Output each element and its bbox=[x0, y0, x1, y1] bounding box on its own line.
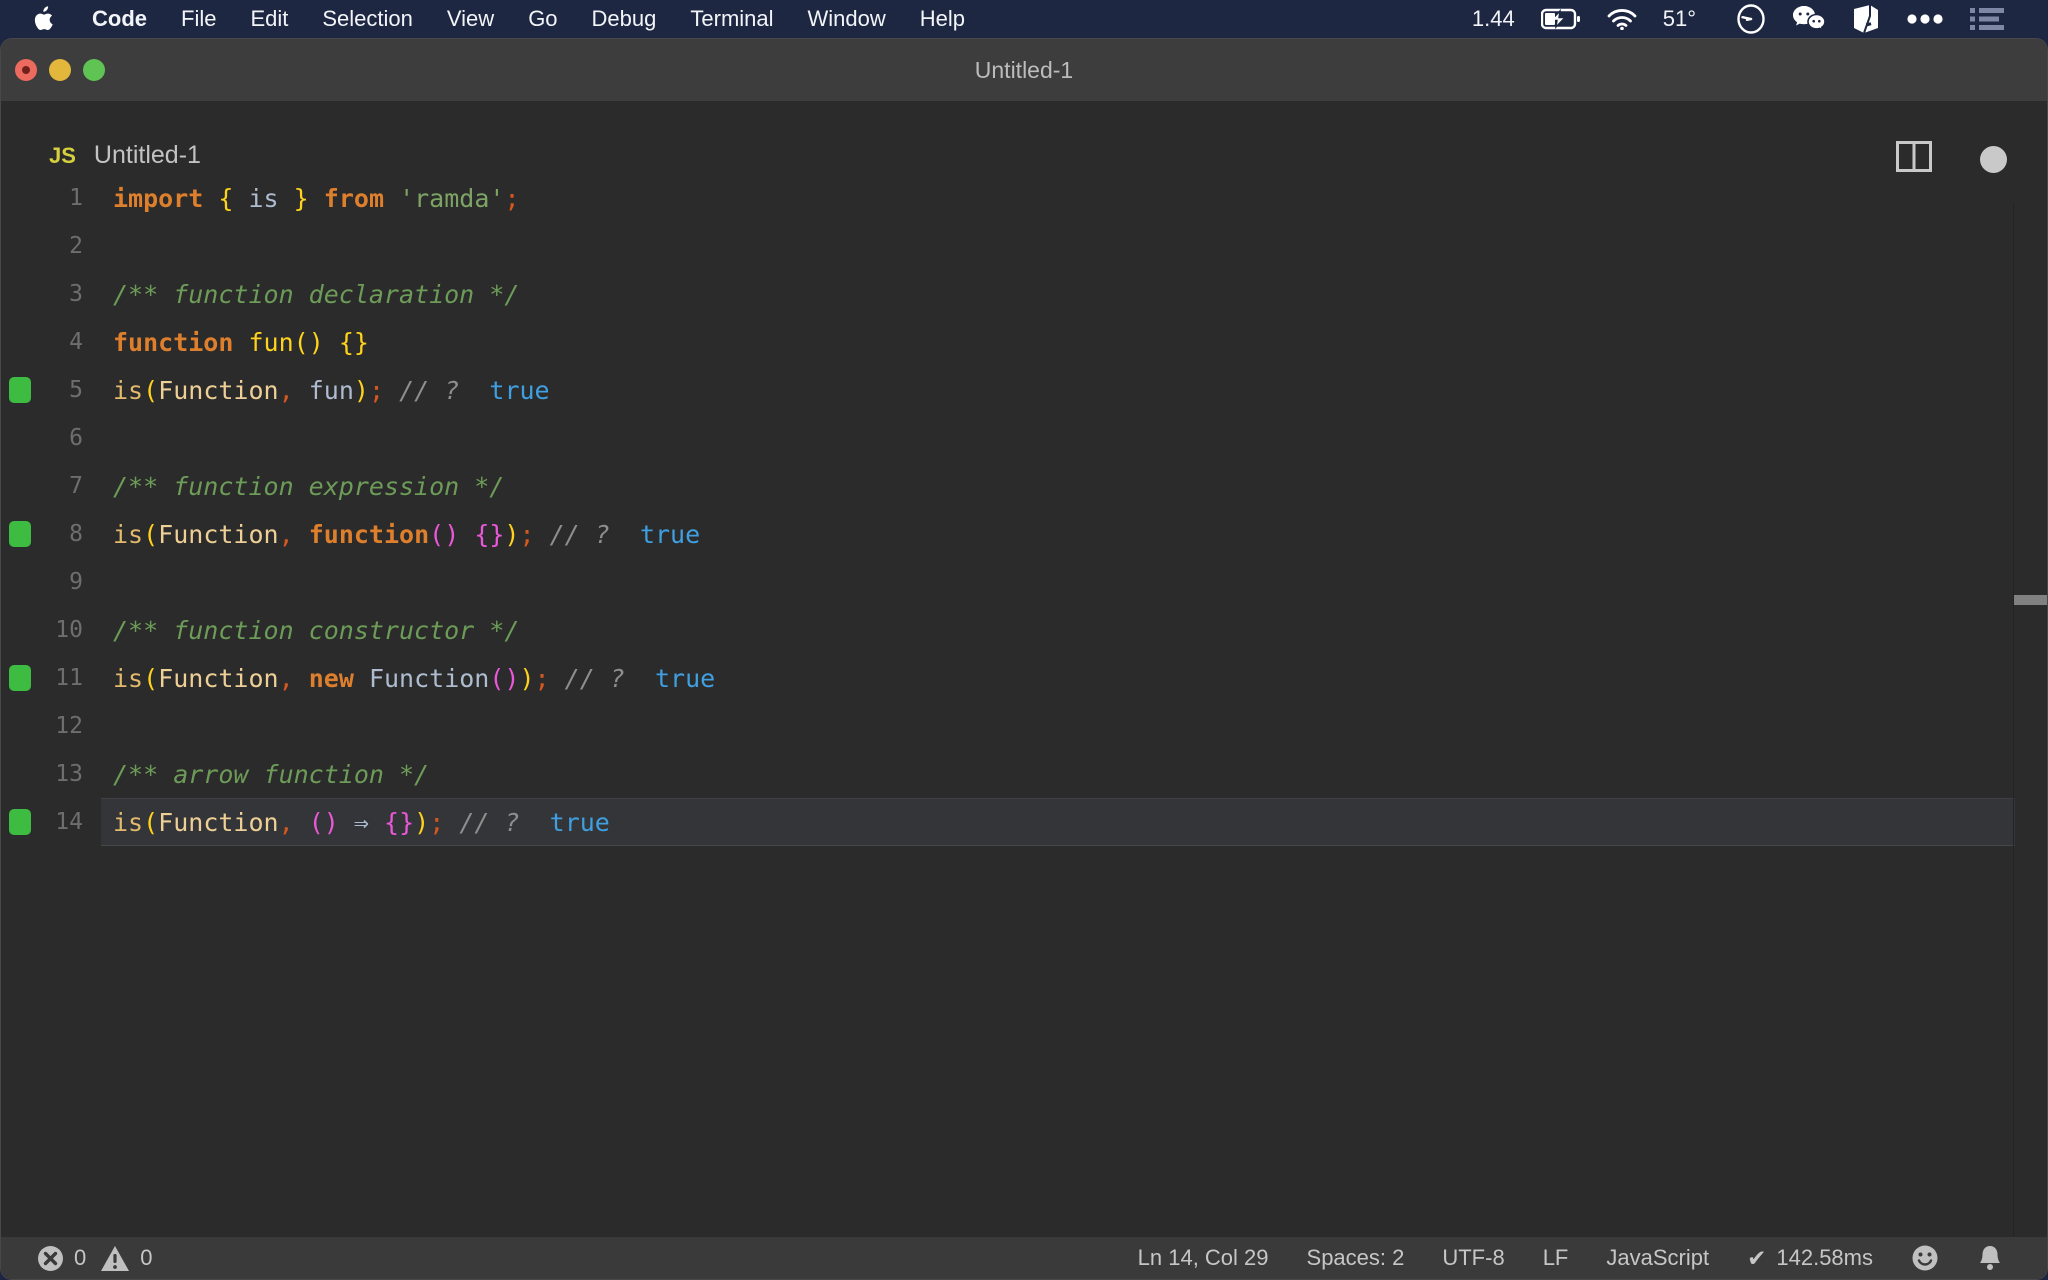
line-number[interactable]: 3 bbox=[1, 281, 83, 307]
window-titlebar[interactable]: Untitled-1 bbox=[1, 39, 2047, 101]
code-line-9[interactable]: 9 bbox=[1, 558, 2015, 606]
code-text: is(Function, new Function()); // ? true bbox=[113, 663, 716, 693]
notes-app-icon[interactable] bbox=[1852, 4, 1880, 34]
error-icon bbox=[38, 1245, 63, 1271]
overview-ruler-mark bbox=[2014, 595, 2047, 605]
zoom-button[interactable] bbox=[83, 59, 105, 81]
code-text: /** function expression */ bbox=[113, 471, 505, 501]
code-line-13[interactable]: 13 /** arrow function */ bbox=[1, 750, 2015, 798]
window-title: Untitled-1 bbox=[974, 56, 1074, 83]
code-line-8[interactable]: 8 is(Function, function() {}); // ? true bbox=[1, 510, 2015, 558]
battery-charging-icon[interactable] bbox=[1540, 8, 1581, 30]
list-menu-icon[interactable] bbox=[1970, 6, 2004, 32]
code-line-2[interactable]: 2 bbox=[1, 222, 2015, 270]
line-number[interactable]: 5 bbox=[1, 377, 83, 403]
code-text: /** function constructor */ bbox=[113, 615, 520, 645]
code-line-4[interactable]: 4 function fun() {} bbox=[1, 318, 2015, 366]
code-text: /** arrow function */ bbox=[113, 759, 430, 789]
editor-actions bbox=[1896, 141, 2007, 177]
line-number[interactable]: 13 bbox=[1, 761, 83, 787]
smiley-icon bbox=[1912, 1245, 1938, 1271]
problems-warnings[interactable]: 0 bbox=[100, 1245, 153, 1272]
line-number[interactable]: 10 bbox=[1, 617, 83, 643]
code-line-10[interactable]: 10 /** function constructor */ bbox=[1, 606, 2015, 654]
vscode-window: Untitled-1 JS Untitled-1 1 import { is } … bbox=[0, 38, 2048, 1280]
line-number[interactable]: 14 bbox=[1, 809, 83, 835]
menu-item-edit[interactable]: Edit bbox=[250, 6, 288, 32]
cursor-position[interactable]: Ln 14, Col 29 bbox=[1138, 1245, 1269, 1271]
battery-time-value[interactable]: 1.44 bbox=[1472, 6, 1515, 32]
menubar-status-items: 1.44 51° bbox=[1472, 4, 2048, 34]
tab-filename: Untitled-1 bbox=[93, 141, 201, 169]
line-number[interactable]: 4 bbox=[1, 329, 83, 355]
javascript-file-icon: JS bbox=[49, 142, 76, 168]
menu-item-code[interactable]: Code bbox=[92, 6, 147, 32]
menu-item-window[interactable]: Window bbox=[808, 6, 886, 32]
menu-item-go[interactable]: Go bbox=[528, 6, 557, 32]
more-dots-icon[interactable] bbox=[1906, 13, 1944, 25]
indentation[interactable]: Spaces: 2 bbox=[1307, 1245, 1405, 1271]
encoding[interactable]: UTF-8 bbox=[1442, 1245, 1504, 1271]
quokka-perf[interactable]: ✔ 142.58ms bbox=[1747, 1245, 1873, 1272]
statusbar: 0 0 Ln 14, Col 29 Spaces: 2 UTF-8 LF Jav… bbox=[1, 1237, 2047, 1279]
code-line-6[interactable]: 6 bbox=[1, 414, 2015, 462]
menu-item-terminal[interactable]: Terminal bbox=[690, 6, 773, 32]
code-text: is(Function, fun); // ? true bbox=[113, 375, 550, 405]
menu-item-selection[interactable]: Selection bbox=[322, 6, 413, 32]
code-line-7[interactable]: 7 /** function expression */ bbox=[1, 462, 2015, 510]
line-number[interactable]: 8 bbox=[1, 521, 83, 547]
line-number[interactable]: 6 bbox=[1, 425, 83, 451]
wifi-icon[interactable] bbox=[1607, 8, 1637, 30]
code-line-14[interactable]: 14 is(Function, () ⇒ {}); // ? true bbox=[1, 798, 2015, 846]
line-number[interactable]: 12 bbox=[1, 713, 83, 739]
language-mode[interactable]: JavaScript bbox=[1606, 1245, 1709, 1271]
code-text: import { is } from 'ramda'; bbox=[113, 183, 520, 213]
code-text: is(Function, function() {}); // ? true bbox=[113, 519, 701, 549]
check-icon: ✔ bbox=[1747, 1244, 1767, 1271]
menubar: Code File Edit Selection View Go Debug Terminal… bbox=[0, 0, 2048, 38]
code-text: function fun() {} bbox=[113, 327, 369, 357]
line-number[interactable]: 1 bbox=[1, 185, 83, 211]
code-text: /** function declaration */ bbox=[113, 279, 520, 309]
menubar-left: Code File Edit Selection View Go Debug Terminal… bbox=[0, 6, 965, 32]
split-editor-icon[interactable] bbox=[1896, 141, 1932, 177]
warning-icon bbox=[101, 1245, 130, 1271]
code-line-11[interactable]: 11 is(Function, new Function()); // ? tru… bbox=[1, 654, 2015, 702]
code-text: is(Function, () ⇒ {}); // ? true bbox=[113, 807, 610, 837]
notifications-bell[interactable] bbox=[1977, 1244, 2003, 1272]
menu-item-view[interactable]: View bbox=[447, 6, 494, 32]
eol-sequence[interactable]: LF bbox=[1543, 1245, 1569, 1271]
wechat-icon[interactable] bbox=[1792, 5, 1826, 33]
close-button[interactable] bbox=[15, 59, 37, 81]
open-editor-tab[interactable]: JS Untitled-1 bbox=[49, 141, 201, 170]
menu-item-help[interactable]: Help bbox=[920, 6, 965, 32]
code-line-5[interactable]: 5 is(Function, fun); // ? true bbox=[1, 366, 2015, 414]
feedback-smiley[interactable] bbox=[1911, 1244, 1939, 1272]
code-line-12[interactable]: 12 bbox=[1, 702, 2015, 750]
line-number[interactable]: 9 bbox=[1, 569, 83, 595]
overview-ruler[interactable] bbox=[2013, 203, 2047, 1237]
unsaved-changes-dot[interactable] bbox=[1980, 145, 2007, 173]
line-number[interactable]: 2 bbox=[1, 233, 83, 259]
bell-icon bbox=[1980, 1246, 2000, 1270]
menu-item-debug[interactable]: Debug bbox=[592, 6, 657, 32]
apple-menu-icon[interactable] bbox=[32, 6, 54, 32]
code-editor[interactable]: 1 import { is } from 'ramda'; 2 3 /** functi… bbox=[1, 174, 2015, 846]
menu-item-file[interactable]: File bbox=[181, 6, 216, 32]
line-number[interactable]: 7 bbox=[1, 473, 83, 499]
minimize-button[interactable] bbox=[49, 59, 71, 81]
clock-icon[interactable] bbox=[1736, 4, 1766, 34]
code-line-3[interactable]: 3 /** function declaration */ bbox=[1, 270, 2015, 318]
temperature-value[interactable]: 51° bbox=[1663, 6, 1696, 32]
traffic-lights bbox=[1, 39, 105, 101]
line-number[interactable]: 11 bbox=[1, 665, 83, 691]
code-line-1[interactable]: 1 import { is } from 'ramda'; bbox=[1, 174, 2015, 222]
problems-errors[interactable]: 0 bbox=[37, 1245, 86, 1272]
